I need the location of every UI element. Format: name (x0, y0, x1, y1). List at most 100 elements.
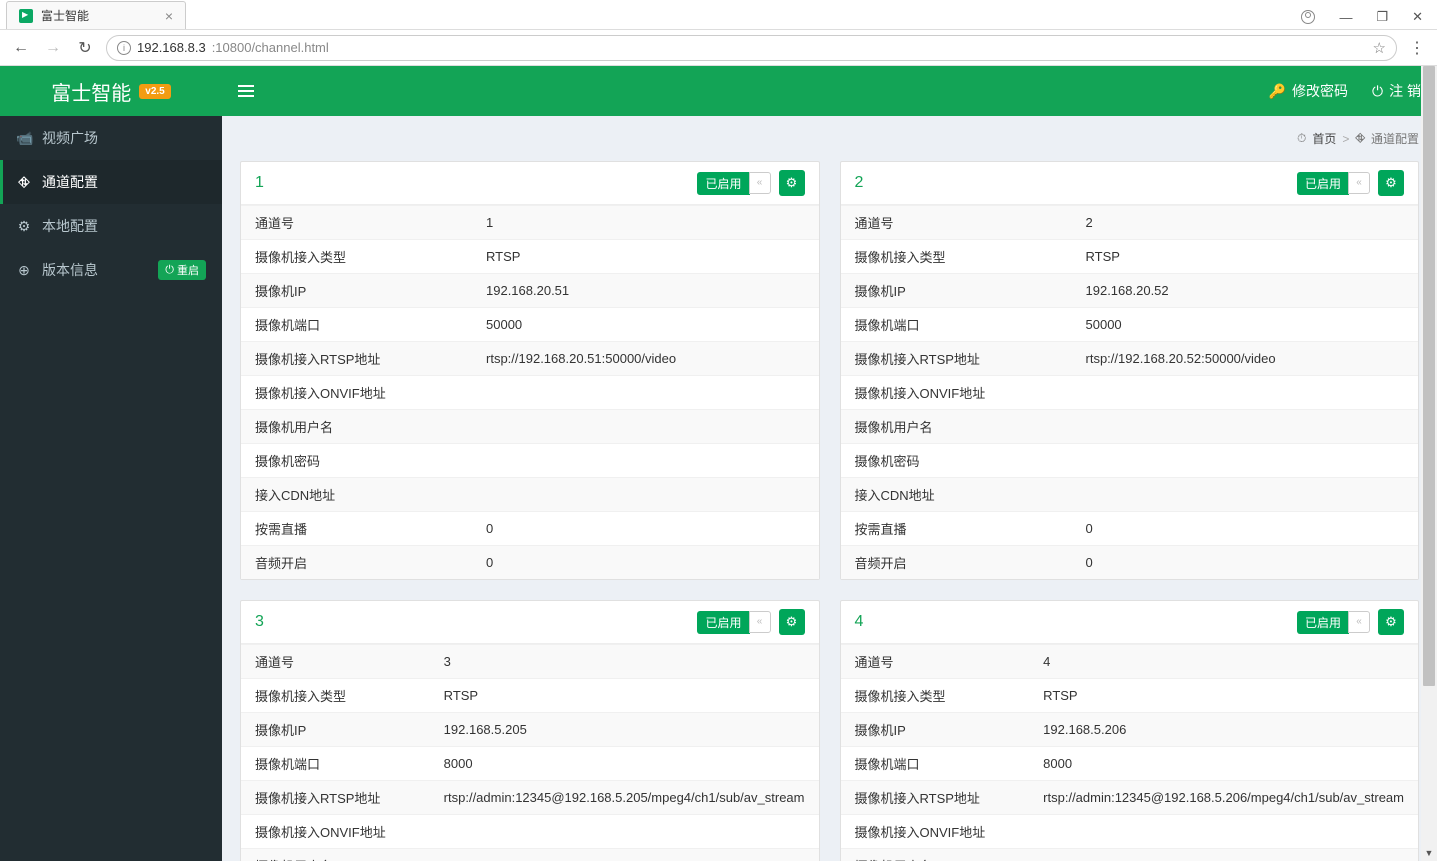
field-value: RTSP (1072, 240, 1419, 274)
field-label: 摄像机接入ONVIF地址 (841, 376, 1072, 410)
field-label: 按需直播 (841, 512, 1072, 546)
settings-button[interactable] (1378, 609, 1404, 635)
site-info-icon[interactable]: i (117, 41, 131, 55)
menu-toggle-icon[interactable] (238, 85, 254, 97)
field-value: 0 (472, 512, 819, 546)
settings-button[interactable] (779, 170, 805, 196)
table-row: 摄像机端口 50000 (241, 308, 819, 342)
panel-controls: 已启用 « (697, 170, 804, 196)
table-row: 摄像机用户名 (841, 410, 1419, 444)
power-icon: ⏻ (165, 264, 174, 277)
field-value: 192.168.5.205 (430, 713, 819, 747)
field-label: 摄像机IP (841, 713, 1030, 747)
field-label: 接入CDN地址 (241, 478, 472, 512)
toggle-label: 已启用 (1297, 172, 1349, 195)
road-icon (1355, 131, 1365, 146)
settings-button[interactable] (1378, 170, 1404, 196)
field-label: 音频开启 (241, 546, 472, 580)
field-value: 50000 (472, 308, 819, 342)
table-row: 摄像机接入类型 RTSP (241, 240, 819, 274)
enable-toggle[interactable]: 已启用 « (697, 611, 770, 634)
table-row: 摄像机IP 192.168.20.51 (241, 274, 819, 308)
sidebar: 富士智能 v2.5 视频广场 通道配置 本地配置 版本信息⏻重启 (0, 66, 222, 861)
top-link-1[interactable]: 注 销 (1372, 81, 1421, 101)
minimize-button[interactable]: — (1339, 10, 1352, 25)
field-value: RTSP (1029, 679, 1418, 713)
top-link-0[interactable]: 修改密码 (1269, 81, 1348, 101)
field-label: 摄像机端口 (841, 308, 1072, 342)
info-icon (16, 262, 32, 279)
field-label: 通道号 (841, 206, 1072, 240)
dashboard-icon (1297, 131, 1306, 146)
table-row: 摄像机密码 (841, 444, 1419, 478)
sidebar-item-0[interactable]: 视频广场 (0, 116, 222, 160)
topbar-links: 修改密码 注 销 (1269, 81, 1421, 101)
table-row: 通道号 3 (241, 645, 819, 679)
table-row: 摄像机端口 50000 (841, 308, 1419, 342)
sidebar-item-2[interactable]: 本地配置 (0, 204, 222, 248)
field-label: 摄像机接入RTSP地址 (241, 781, 430, 815)
field-value (472, 478, 819, 512)
forward-button[interactable]: → (42, 39, 64, 57)
field-value (430, 815, 819, 849)
table-row: 摄像机接入ONVIF地址 (241, 376, 819, 410)
panel-controls: 已启用 « (697, 609, 804, 635)
sidebar-item-1[interactable]: 通道配置 (0, 160, 222, 204)
field-value (1072, 478, 1419, 512)
close-icon[interactable]: × (165, 8, 173, 24)
field-label: 摄像机用户名 (241, 410, 472, 444)
field-label: 接入CDN地址 (841, 478, 1072, 512)
toggle-handle: « (1348, 172, 1370, 194)
breadcrumb-home[interactable]: 首页 (1312, 130, 1336, 147)
field-label: 摄像机接入类型 (241, 240, 472, 274)
panel-header: 1 已启用 « (241, 162, 819, 205)
field-label: 通道号 (841, 645, 1030, 679)
channel-table: 通道号 1 摄像机接入类型 RTSP 摄像机IP 192.168.20.51 摄… (241, 205, 819, 579)
toggle-handle: « (749, 611, 771, 633)
browser-tab-strip: 富士智能 × — ❐ ✕ (0, 0, 1437, 30)
enable-toggle[interactable]: 已启用 « (697, 172, 770, 195)
settings-button[interactable] (779, 609, 805, 635)
table-row: 按需直播 0 (241, 512, 819, 546)
maximize-button[interactable]: ❐ (1376, 9, 1388, 25)
table-row: 摄像机密码 (241, 444, 819, 478)
vertical-scrollbar[interactable]: ▲ ▼ (1421, 66, 1437, 861)
field-value: 8000 (430, 747, 819, 781)
field-value: 3 (430, 645, 819, 679)
user-icon[interactable] (1301, 10, 1315, 24)
table-row: 摄像机端口 8000 (841, 747, 1419, 781)
panel-header: 3 已启用 « (241, 601, 819, 644)
field-value: rtsp://192.168.20.51:50000/video (472, 342, 819, 376)
enable-toggle[interactable]: 已启用 « (1297, 611, 1370, 634)
channel-panel-2: 2 已启用 « 通道号 2 摄像机接入类型 RTSP 摄像机IP 192.168… (840, 161, 1420, 580)
sidebar-item-3[interactable]: 版本信息⏻重启 (0, 248, 222, 292)
back-button[interactable]: ← (10, 39, 32, 57)
reload-button[interactable]: ↻ (74, 38, 96, 58)
field-value: rtsp://admin:12345@192.168.5.205/mpeg4/c… (430, 781, 819, 815)
channel-number: 2 (855, 174, 864, 192)
gear-icon (786, 614, 798, 630)
restart-badge[interactable]: ⏻重启 (158, 260, 206, 280)
bookmark-icon[interactable]: ☆ (1373, 39, 1386, 57)
channel-panel-1: 1 已启用 « 通道号 1 摄像机接入类型 RTSP 摄像机IP 192.168… (240, 161, 820, 580)
field-value (472, 410, 819, 444)
close-button[interactable]: ✕ (1412, 9, 1423, 25)
field-label: 摄像机用户名 (841, 849, 1030, 861)
sidebar-item-label: 本地配置 (42, 216, 98, 236)
tab-title: 富士智能 (41, 7, 157, 24)
browser-tab[interactable]: 富士智能 × (6, 1, 186, 29)
scrollbar-thumb[interactable] (1423, 66, 1435, 686)
scroll-down-icon[interactable]: ▼ (1421, 845, 1437, 861)
table-row: 摄像机接入类型 RTSP (841, 240, 1419, 274)
main: 修改密码注 销 首页 > 通道配置 1 已启用 « 通道号 1 摄像机接入类型 … (222, 66, 1437, 861)
enable-toggle[interactable]: 已启用 « (1297, 172, 1370, 195)
url-input[interactable]: i 192.168.8.3:10800/channel.html ☆ (106, 35, 1397, 61)
panel-controls: 已启用 « (1297, 609, 1404, 635)
topbar: 修改密码 注 销 (222, 66, 1437, 116)
field-value: 1 (472, 206, 819, 240)
table-row: 通道号 1 (241, 206, 819, 240)
table-row: 摄像机接入RTSP地址 rtsp://192.168.20.52:50000/v… (841, 342, 1419, 376)
browser-menu-icon[interactable]: ⋮ (1407, 38, 1427, 58)
field-value: rtsp://192.168.20.52:50000/video (1072, 342, 1419, 376)
table-row: 摄像机接入RTSP地址 rtsp://192.168.20.51:50000/v… (241, 342, 819, 376)
